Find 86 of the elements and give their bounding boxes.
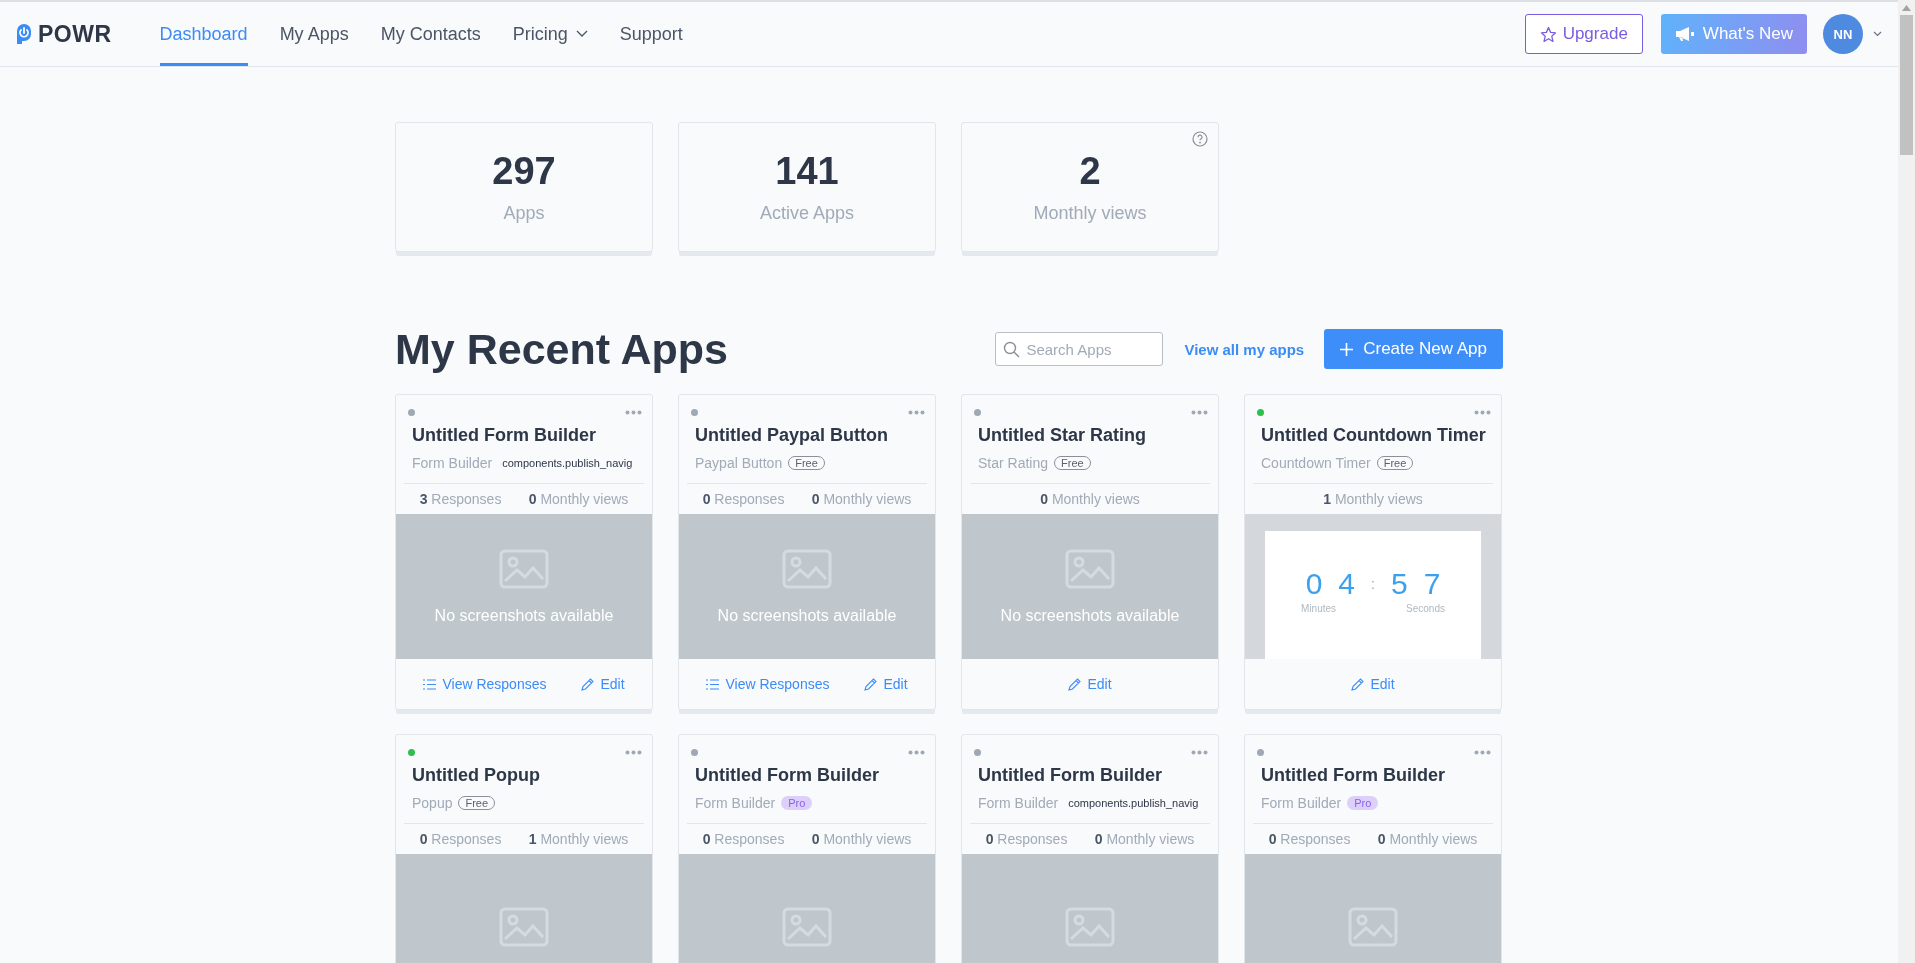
app-stat: 0 Responses xyxy=(985,831,1068,847)
pencil-icon xyxy=(1351,677,1365,691)
more-icon[interactable] xyxy=(908,409,925,415)
nav-tab[interactable]: My Contacts xyxy=(380,2,481,66)
list-icon xyxy=(706,678,720,690)
app-type: Form Builder xyxy=(1261,795,1342,811)
app-stat: 1 Monthly views xyxy=(1323,491,1423,507)
app-type: Form Builder xyxy=(978,795,1059,811)
app-stat: 0 Monthly views xyxy=(811,491,912,507)
app-note: components.publish_navig xyxy=(502,457,633,469)
star-icon xyxy=(1539,25,1557,43)
app-stat: 0 Monthly views xyxy=(528,491,629,507)
no-screenshot-text: No screenshots available xyxy=(1000,606,1180,625)
app-title: Untitled Popup xyxy=(411,764,541,786)
plan-badge: Pro xyxy=(781,796,813,810)
plan-badge: Pro xyxy=(1347,796,1379,810)
scroll-up-icon[interactable] xyxy=(1902,5,1911,11)
app-stat: 0 Monthly views xyxy=(811,831,912,847)
stat-label: Apps xyxy=(503,203,545,224)
app-stat: 0 Responses xyxy=(419,831,502,847)
more-icon[interactable] xyxy=(1474,749,1491,755)
scrollbar[interactable] xyxy=(1898,0,1915,963)
app-stat: 1 Monthly views xyxy=(528,831,629,847)
pencil-icon xyxy=(581,677,595,691)
stat-label: Active Apps xyxy=(759,203,855,224)
app-stat: 0 Monthly views xyxy=(1094,831,1195,847)
app-title: Untitled Form Builder xyxy=(694,764,880,786)
chevron-down-icon[interactable] xyxy=(1873,31,1882,37)
app-note: components.publish_navig xyxy=(1068,797,1199,809)
app-type: Form Builder xyxy=(412,455,493,471)
app-title: Untitled Form Builder xyxy=(411,424,597,446)
logo-text[interactable]: POWR xyxy=(38,20,112,48)
stat-label: Monthly views xyxy=(1033,203,1147,224)
countdown-label: Seconds xyxy=(1406,603,1445,614)
more-icon[interactable] xyxy=(908,749,925,755)
help-icon[interactable] xyxy=(1192,131,1208,147)
logo-icon xyxy=(16,23,32,45)
countdown-separator: : xyxy=(1371,576,1375,592)
app-type: Paypal Button xyxy=(695,455,783,471)
pencil-icon xyxy=(864,677,878,691)
app-card[interactable]: Untitled Form Builder Form Builder Pro 0 Responses 0 Monthly views xyxy=(678,734,936,963)
app-type: Countdown Timer xyxy=(1261,455,1371,471)
stat-value: 141 xyxy=(775,150,839,193)
scrollbar-thumb[interactable] xyxy=(1900,15,1913,155)
countdown-label: Minutes xyxy=(1301,603,1337,614)
app-type: Popup xyxy=(412,795,453,811)
countdown-digit: 7 xyxy=(1423,567,1441,601)
search-field[interactable]: Search Apps xyxy=(995,332,1164,366)
more-icon[interactable] xyxy=(1474,409,1491,415)
plus-icon xyxy=(1340,342,1354,356)
app-card[interactable]: Untitled Form Builder Form Builder Pro 0 Responses 0 Monthly views xyxy=(1244,734,1502,963)
app-title: Untitled Form Builder xyxy=(1260,764,1446,786)
countdown-digit: 0 xyxy=(1305,567,1323,601)
stat-value: 2 xyxy=(1079,150,1101,193)
countdown-digit: 4 xyxy=(1338,567,1356,601)
search-icon xyxy=(1003,341,1021,358)
no-screenshot-text: No screenshots available xyxy=(434,606,614,625)
app-stat: 0 Responses xyxy=(702,491,785,507)
app-title: Untitled Star Rating xyxy=(977,424,1147,446)
more-icon[interactable] xyxy=(1191,409,1208,415)
no-screenshot-text: No screenshots available xyxy=(717,606,897,625)
stat-value: 297 xyxy=(492,150,556,193)
more-icon[interactable] xyxy=(1191,749,1208,755)
more-icon[interactable] xyxy=(625,749,642,755)
pencil-icon xyxy=(1068,677,1082,691)
section-heading: My Recent Apps xyxy=(395,324,729,374)
app-title: Untitled Countdown Timer xyxy=(1260,424,1487,446)
countdown-digit: 5 xyxy=(1390,567,1408,601)
app-card[interactable]: Untitled Popup Popup Free 0 Responses 1 Monthly views xyxy=(395,734,653,963)
app-stat: 0 Monthly views xyxy=(1040,491,1140,507)
app-stat: 0 Monthly views xyxy=(1377,831,1478,847)
app-type: Form Builder xyxy=(695,795,776,811)
app-title: Untitled Form Builder xyxy=(977,764,1163,786)
list-icon xyxy=(423,678,437,690)
nav-tab[interactable]: Support xyxy=(619,2,683,66)
app-stat: 0 Responses xyxy=(702,831,785,847)
app-card[interactable]: Untitled Form Builder Form Builder components.publish_navig 0 Responses 0 Monthly views xyxy=(961,734,1219,963)
nav-tab[interactable]: My Apps xyxy=(279,2,349,66)
app-stat: 3 Responses xyxy=(419,491,502,507)
megaphone-icon xyxy=(1674,26,1695,42)
more-icon[interactable] xyxy=(625,409,642,415)
nav-tab[interactable]: Pricing xyxy=(512,2,588,66)
upgrade-button[interactable]: Upgrade xyxy=(1524,14,1643,54)
app-type: Star Rating xyxy=(978,455,1049,471)
app-stat: 0 Responses xyxy=(1268,831,1351,847)
app-title: Untitled Paypal Button xyxy=(694,424,889,446)
